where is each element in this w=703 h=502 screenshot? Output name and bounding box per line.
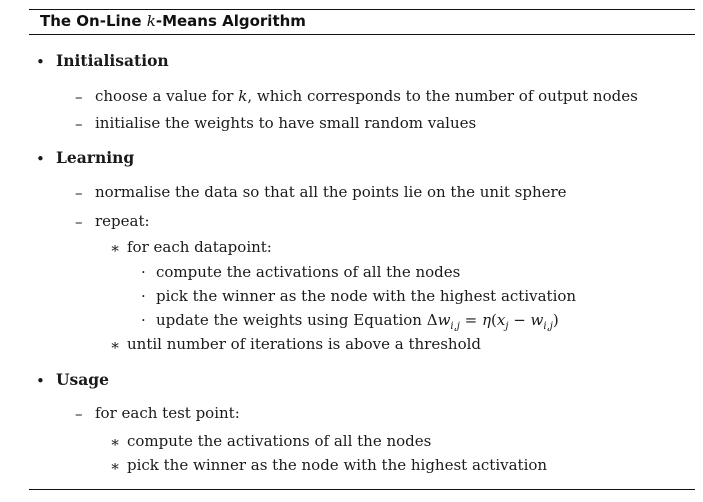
item-text: choose a value for <box>95 87 239 105</box>
list-item: pick the winner as the node with the hig… <box>127 456 548 474</box>
dash-icon: – <box>75 213 83 231</box>
eq-eta: η <box>482 311 491 329</box>
bullet-icon: • <box>36 372 45 390</box>
eq-subscript: j <box>505 321 509 332</box>
list-item: until number of iterations is above a th… <box>127 335 482 353</box>
eq-w: w <box>530 311 544 329</box>
item-text: , which corresponds to the number of out… <box>247 87 638 105</box>
eq-subscript: i,j <box>543 321 553 332</box>
list-item: compute the activations of all the nodes <box>127 432 432 450</box>
dot-icon: · <box>141 287 146 305</box>
star-icon: ∗ <box>110 239 121 257</box>
eq-minus: − <box>508 311 531 329</box>
title-k-variable: k <box>146 12 156 30</box>
bullet-icon: • <box>36 53 45 71</box>
eq-paren: ) <box>552 311 559 329</box>
list-item: update the weights using Equation Δwi,j … <box>156 310 559 333</box>
list-item: choose a value for k, which corresponds … <box>95 86 638 106</box>
eq-equals: = <box>459 311 482 329</box>
list-item: for each datapoint: <box>127 238 272 256</box>
list-item: normalise the data so that all the point… <box>95 183 567 201</box>
k-variable: k <box>238 87 248 105</box>
star-icon: ∗ <box>110 433 121 451</box>
list-item: repeat: <box>95 212 150 230</box>
list-item: compute the activations of all the nodes <box>156 263 461 281</box>
algorithm-title: The On-Line k-Means Algorithm <box>40 11 306 31</box>
section-heading-learning: Learning <box>56 148 135 167</box>
dot-icon: · <box>141 263 146 281</box>
list-item: initialise the weights to have small ran… <box>95 114 477 132</box>
bottom-rule <box>29 489 695 490</box>
dash-icon: – <box>75 184 83 202</box>
delta-symbol: Δ <box>426 311 438 329</box>
list-item: for each test point: <box>95 404 240 422</box>
eq-w: w <box>437 311 451 329</box>
title-suffix: -Means Algorithm <box>155 12 306 30</box>
title-prefix: The On-Line <box>40 12 147 30</box>
star-icon: ∗ <box>110 457 121 475</box>
bullet-icon: • <box>36 150 45 168</box>
dash-icon: – <box>75 88 83 106</box>
star-icon: ∗ <box>110 336 121 354</box>
eq-subscript: i,j <box>450 321 460 332</box>
top-rule <box>29 9 695 10</box>
weight-update-equation: Δwi,j = η(xj − wi,j) <box>426 311 559 332</box>
dash-icon: – <box>75 115 83 133</box>
list-item: pick the winner as the node with the hig… <box>156 287 577 305</box>
section-heading-initialisation: Initialisation <box>56 51 169 70</box>
dash-icon: – <box>75 405 83 423</box>
section-heading-usage: Usage <box>56 370 109 389</box>
dot-icon: · <box>141 311 146 329</box>
item-text: update the weights using Equation <box>156 311 427 329</box>
title-rule <box>29 34 695 35</box>
